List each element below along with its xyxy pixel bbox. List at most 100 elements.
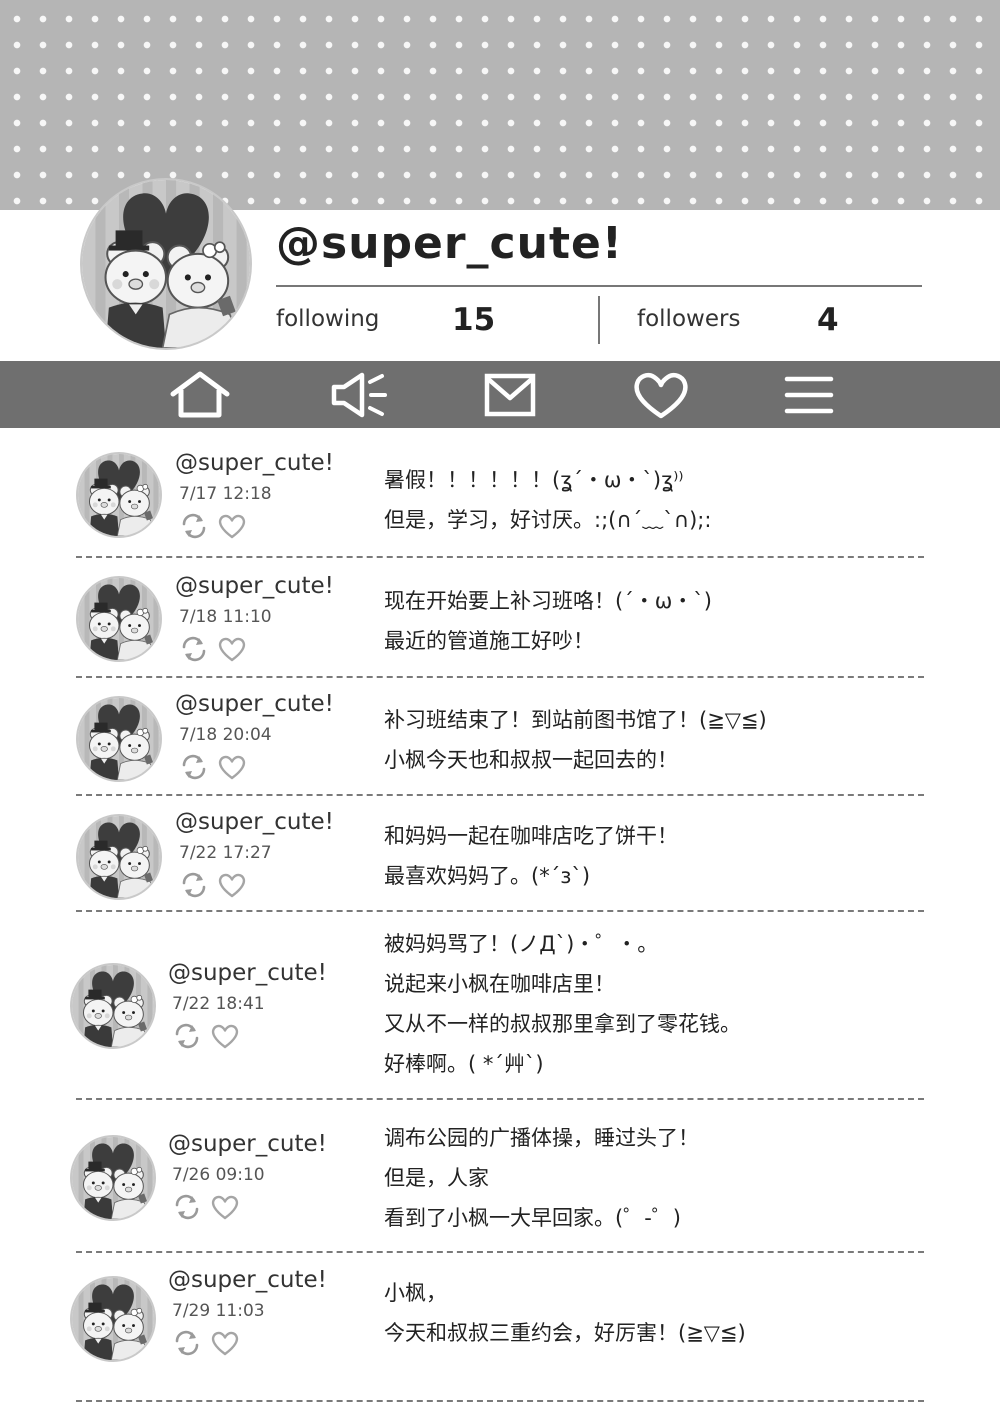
post-text: 现在开始要上补习班咯！(´・ω・`) 最近的管道施工好吵！ xyxy=(384,581,712,661)
post-actions xyxy=(179,753,247,781)
bear-couple-avatar-image xyxy=(72,1137,154,1219)
post-text: 被妈妈骂了！(ノД`)・゜・。 说起来小枫在咖啡店里！ 又从不一样的叔叔那里拿到… xyxy=(384,924,741,1084)
nav-menu-button[interactable] xyxy=(778,370,840,420)
stats-divider xyxy=(598,296,600,344)
like-heart-icon[interactable] xyxy=(217,753,247,781)
megaphone-icon xyxy=(331,372,387,418)
post-timestamp: 7/22 18:41 xyxy=(172,994,265,1014)
post-text-line: 被妈妈骂了！(ノД`)・゜・。 xyxy=(384,932,659,956)
post-text-line: 小枫， xyxy=(384,1281,447,1305)
post-text: 调布公园的广播体操，睡过头了！ 但是，人家 看到了小枫一大早回家。(゜-゜) xyxy=(384,1118,699,1238)
nav-likes-button[interactable] xyxy=(630,370,692,420)
following-label[interactable]: following xyxy=(276,306,379,332)
home-icon xyxy=(170,371,230,418)
retweet-icon[interactable] xyxy=(172,1022,202,1050)
post-timestamp: 7/17 12:18 xyxy=(179,484,272,504)
bear-couple-avatar-image xyxy=(72,1278,154,1360)
post-text-line: 又从不一样的叔叔那里拿到了零花钱。 xyxy=(384,1012,741,1036)
mail-icon xyxy=(484,373,536,417)
retweet-icon[interactable] xyxy=(179,871,209,899)
nav-bar xyxy=(0,361,1000,428)
post-text-line: 调布公园的广播体操，睡过头了！ xyxy=(384,1126,699,1150)
nav-home-button[interactable] xyxy=(169,370,231,420)
post-handle[interactable]: @super_cute! xyxy=(175,809,334,835)
like-heart-icon[interactable] xyxy=(217,871,247,899)
post-text-line: 和妈妈一起在咖啡店吃了饼干！ xyxy=(384,824,678,848)
post-timestamp: 7/18 20:04 xyxy=(179,725,272,745)
post-divider xyxy=(76,556,924,558)
post-actions xyxy=(179,871,247,899)
post-handle[interactable]: @super_cute! xyxy=(168,1131,327,1157)
post-divider xyxy=(76,1098,924,1100)
like-heart-icon[interactable] xyxy=(210,1022,240,1050)
post-text-line: 说起来小枫在咖啡店里！ xyxy=(384,972,615,996)
post-divider xyxy=(76,1251,924,1253)
bear-couple-avatar-image xyxy=(78,816,160,898)
nav-messages-button[interactable] xyxy=(479,370,541,420)
post-divider xyxy=(76,1400,924,1402)
menu-icon xyxy=(784,376,834,414)
post-avatar[interactable] xyxy=(70,1135,156,1221)
following-count[interactable]: 15 xyxy=(452,302,495,338)
post-timestamp: 7/26 09:10 xyxy=(172,1165,265,1185)
post-avatar[interactable] xyxy=(76,814,162,900)
post-text: 暑假！！！！！！(ʓ´・ω・`)ʓ⁾⁾ 但是，学习，好讨厌。:;(∩´﹏`∩);… xyxy=(384,460,711,540)
post-text-line: 小枫今天也和叔叔一起回去的！ xyxy=(384,748,678,772)
post-text-line: 现在开始要上补习班咯！(´・ω・`) xyxy=(384,589,712,613)
post-actions xyxy=(172,1329,240,1357)
bear-couple-avatar-image xyxy=(78,578,160,660)
followers-label[interactable]: followers xyxy=(637,306,740,332)
post-timestamp: 7/18 11:10 xyxy=(179,607,272,627)
post-text-line: 好棒啊。( *´艸`) xyxy=(384,1052,544,1076)
post-handle[interactable]: @super_cute! xyxy=(168,960,327,986)
post-actions xyxy=(172,1193,240,1221)
like-heart-icon[interactable] xyxy=(210,1193,240,1221)
bear-couple-avatar-image xyxy=(78,454,160,536)
like-heart-icon[interactable] xyxy=(217,512,247,540)
post-timestamp: 7/22 17:27 xyxy=(179,843,272,863)
post-text-line: 补习班结束了！到站前图书馆了！(≧▽≦) xyxy=(384,708,767,732)
post-handle[interactable]: @super_cute! xyxy=(175,691,334,717)
post-text-line: 看到了小枫一大早回家。(゜-゜) xyxy=(384,1206,681,1230)
like-heart-icon[interactable] xyxy=(210,1329,240,1357)
post-text-line: 暑假！！！！！！(ʓ´・ω・`)ʓ⁾⁾ xyxy=(384,468,684,492)
post-handle[interactable]: @super_cute! xyxy=(168,1267,327,1293)
followers-count[interactable]: 4 xyxy=(817,302,839,338)
post-text: 补习班结束了！到站前图书馆了！(≧▽≦) 小枫今天也和叔叔一起回去的！ xyxy=(384,700,767,780)
post-text: 小枫， 今天和叔叔三重约会，好厉害！(≧▽≦) xyxy=(384,1273,746,1353)
post-avatar[interactable] xyxy=(76,696,162,782)
bear-couple-avatar-image xyxy=(72,965,154,1047)
like-heart-icon[interactable] xyxy=(217,635,247,663)
post-divider xyxy=(76,676,924,678)
post-text-line: 最近的管道施工好吵！ xyxy=(384,629,594,653)
retweet-icon[interactable] xyxy=(179,635,209,663)
retweet-icon[interactable] xyxy=(172,1329,202,1357)
profile-divider xyxy=(276,285,922,287)
post-text-line: 今天和叔叔三重约会，好厉害！(≧▽≦) xyxy=(384,1321,746,1345)
post-actions xyxy=(179,512,247,540)
post-text-line: 但是，人家 xyxy=(384,1166,489,1190)
post-actions xyxy=(172,1022,240,1050)
post-avatar[interactable] xyxy=(76,576,162,662)
post-avatar[interactable] xyxy=(70,1276,156,1362)
post-actions xyxy=(179,635,247,663)
nav-announce-button[interactable] xyxy=(328,370,390,420)
bear-couple-avatar-image xyxy=(78,698,160,780)
post-text: 和妈妈一起在咖啡店吃了饼干！ 最喜欢妈妈了。(*´з`) xyxy=(384,816,678,896)
heart-icon xyxy=(634,373,688,419)
post-text-line: 但是，学习，好讨厌。:;(∩´﹏`∩);: xyxy=(384,508,712,532)
post-handle[interactable]: @super_cute! xyxy=(175,573,334,599)
post-timestamp: 7/29 11:03 xyxy=(172,1301,265,1321)
post-handle[interactable]: @super_cute! xyxy=(175,450,334,476)
profile-handle: @super_cute! xyxy=(276,218,623,269)
post-avatar[interactable] xyxy=(76,452,162,538)
profile-avatar[interactable] xyxy=(80,178,252,350)
post-divider xyxy=(76,910,924,912)
retweet-icon[interactable] xyxy=(179,753,209,781)
retweet-icon[interactable] xyxy=(172,1193,202,1221)
bear-couple-avatar-image xyxy=(82,180,250,348)
post-text-line: 最喜欢妈妈了。(*´з`) xyxy=(384,864,591,888)
retweet-icon[interactable] xyxy=(179,512,209,540)
post-avatar[interactable] xyxy=(70,963,156,1049)
post-divider xyxy=(76,794,924,796)
